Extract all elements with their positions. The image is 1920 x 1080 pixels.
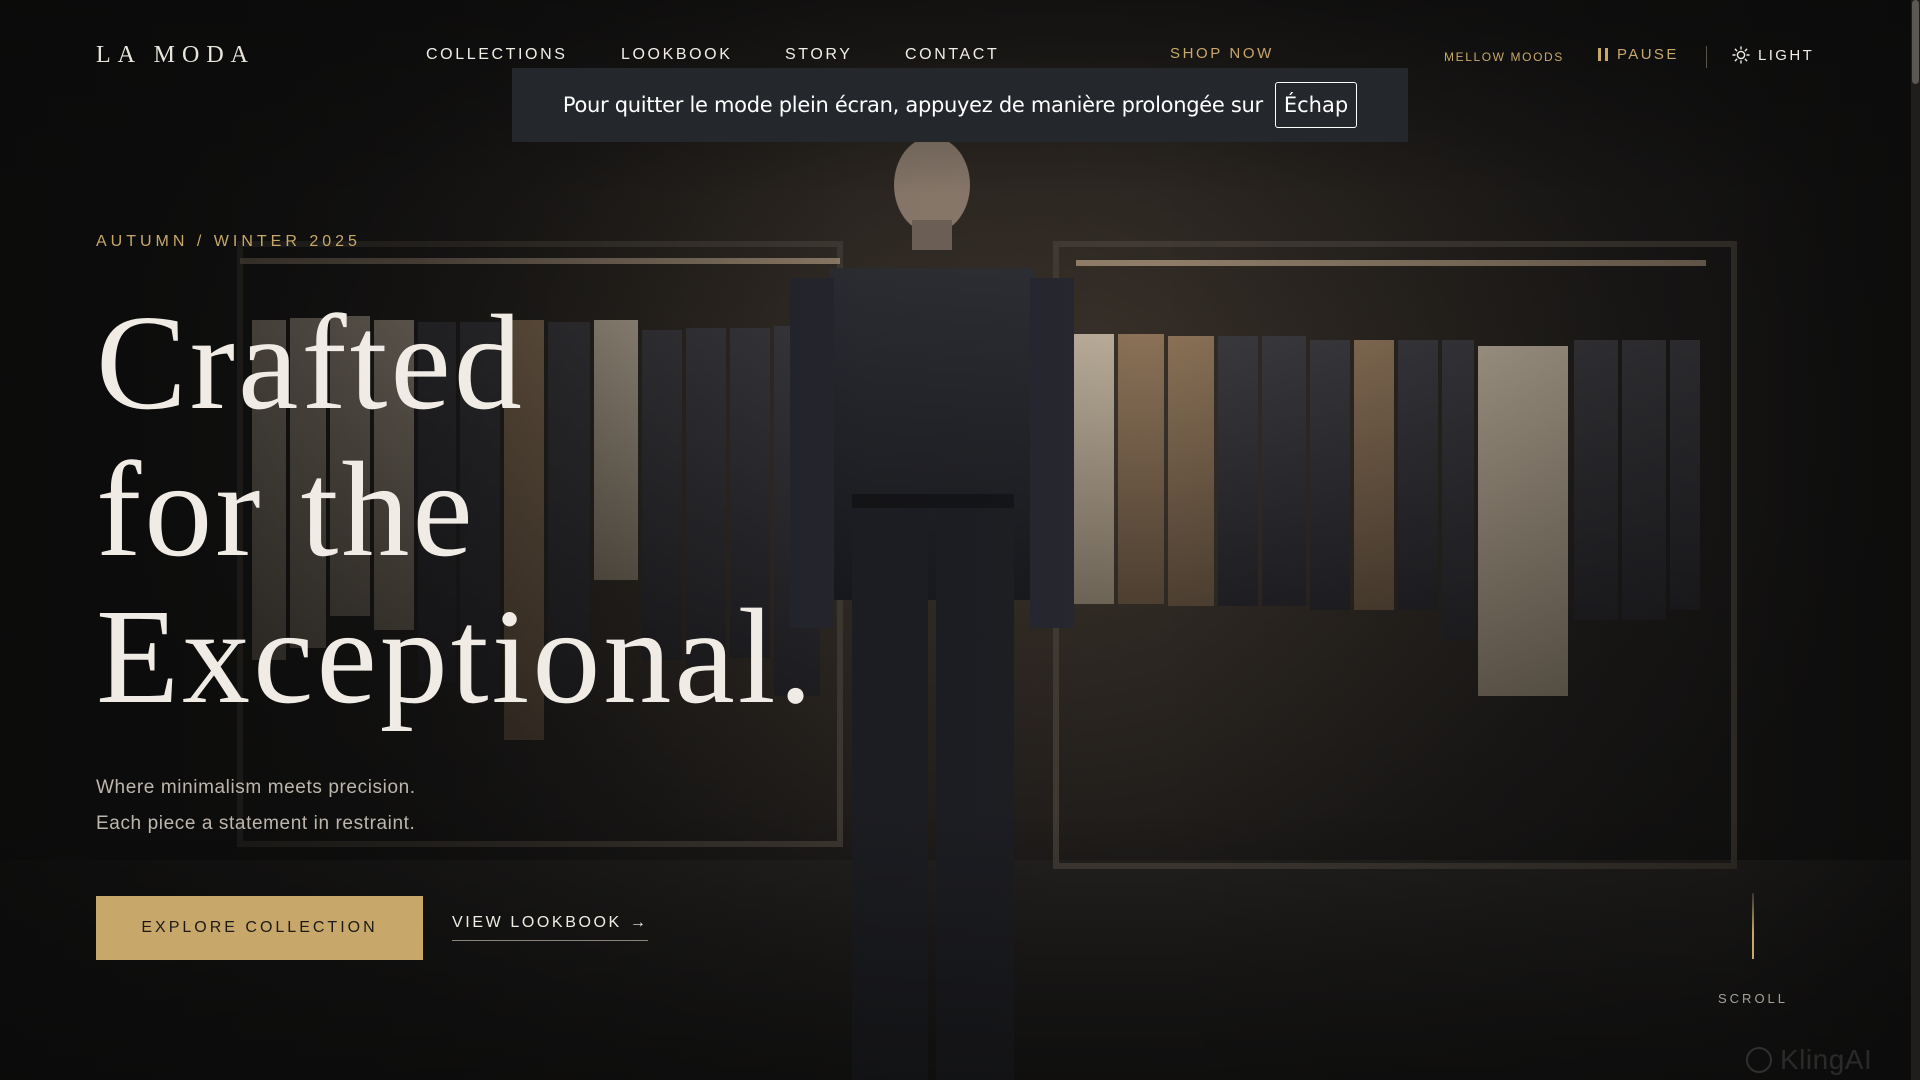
headline-line-1: Crafted	[96, 288, 525, 438]
watermark-text: KlingAI	[1780, 1044, 1873, 1075]
headline-line-2: for the	[96, 435, 476, 585]
nav-item-lookbook[interactable]: LOOKBOOK	[621, 46, 733, 64]
page-scrollbar[interactable]	[1911, 0, 1920, 1080]
scroll-indicator-label[interactable]: SCROLL	[1718, 991, 1788, 1006]
nav-item-story[interactable]: STORY	[785, 46, 853, 64]
headline-line-3: Exceptional.	[96, 582, 816, 732]
subline-line-1: Where minimalism meets precision.	[96, 777, 416, 798]
theme-toggle-button[interactable]: LIGHT	[1732, 46, 1814, 64]
arrow-right-icon: →	[629, 914, 649, 931]
fullscreen-exit-notice: Pour quitter le mode plein écran, appuye…	[512, 68, 1408, 142]
season-eyebrow: AUTUMN / WINTER 2025	[96, 233, 361, 250]
explore-collection-button[interactable]: EXPLORE COLLECTION	[96, 896, 423, 960]
view-lookbook-link[interactable]: VIEW LOOKBOOK →	[452, 914, 649, 941]
pause-icon	[1598, 48, 1608, 61]
nav-item-contact[interactable]: CONTACT	[905, 46, 999, 64]
scroll-indicator-line	[1752, 893, 1754, 959]
header-divider	[1706, 46, 1707, 68]
shop-now-link[interactable]: SHOP NOW	[1170, 45, 1274, 62]
theme-toggle-label: LIGHT	[1758, 46, 1815, 64]
kling-ai-watermark: KlingAI	[1744, 1044, 1872, 1076]
fullscreen-notice-message: Pour quitter le mode plein écran, appuye…	[562, 93, 1263, 117]
hero-subline: Where minimalism meets precision. Each p…	[96, 770, 416, 842]
pause-label: PAUSE	[1617, 46, 1679, 63]
subline-line-2: Each piece a statement in restraint.	[96, 813, 416, 834]
nav-item-collections[interactable]: COLLECTIONS	[426, 46, 568, 64]
escape-key-badge: Échap	[1274, 82, 1358, 128]
pause-music-button[interactable]: PAUSE	[1598, 46, 1679, 63]
brand-logo[interactable]: LA MODA	[96, 42, 255, 69]
sun-icon	[1732, 46, 1750, 64]
music-mood-label: MELLOW MOODS	[1444, 50, 1564, 64]
scrollbar-thumb[interactable]	[1912, 0, 1919, 84]
hero-headline: Crafted for the Exceptional.	[96, 290, 816, 731]
view-lookbook-label: VIEW LOOKBOOK	[452, 914, 622, 931]
kling-logo-icon	[1746, 1047, 1772, 1073]
